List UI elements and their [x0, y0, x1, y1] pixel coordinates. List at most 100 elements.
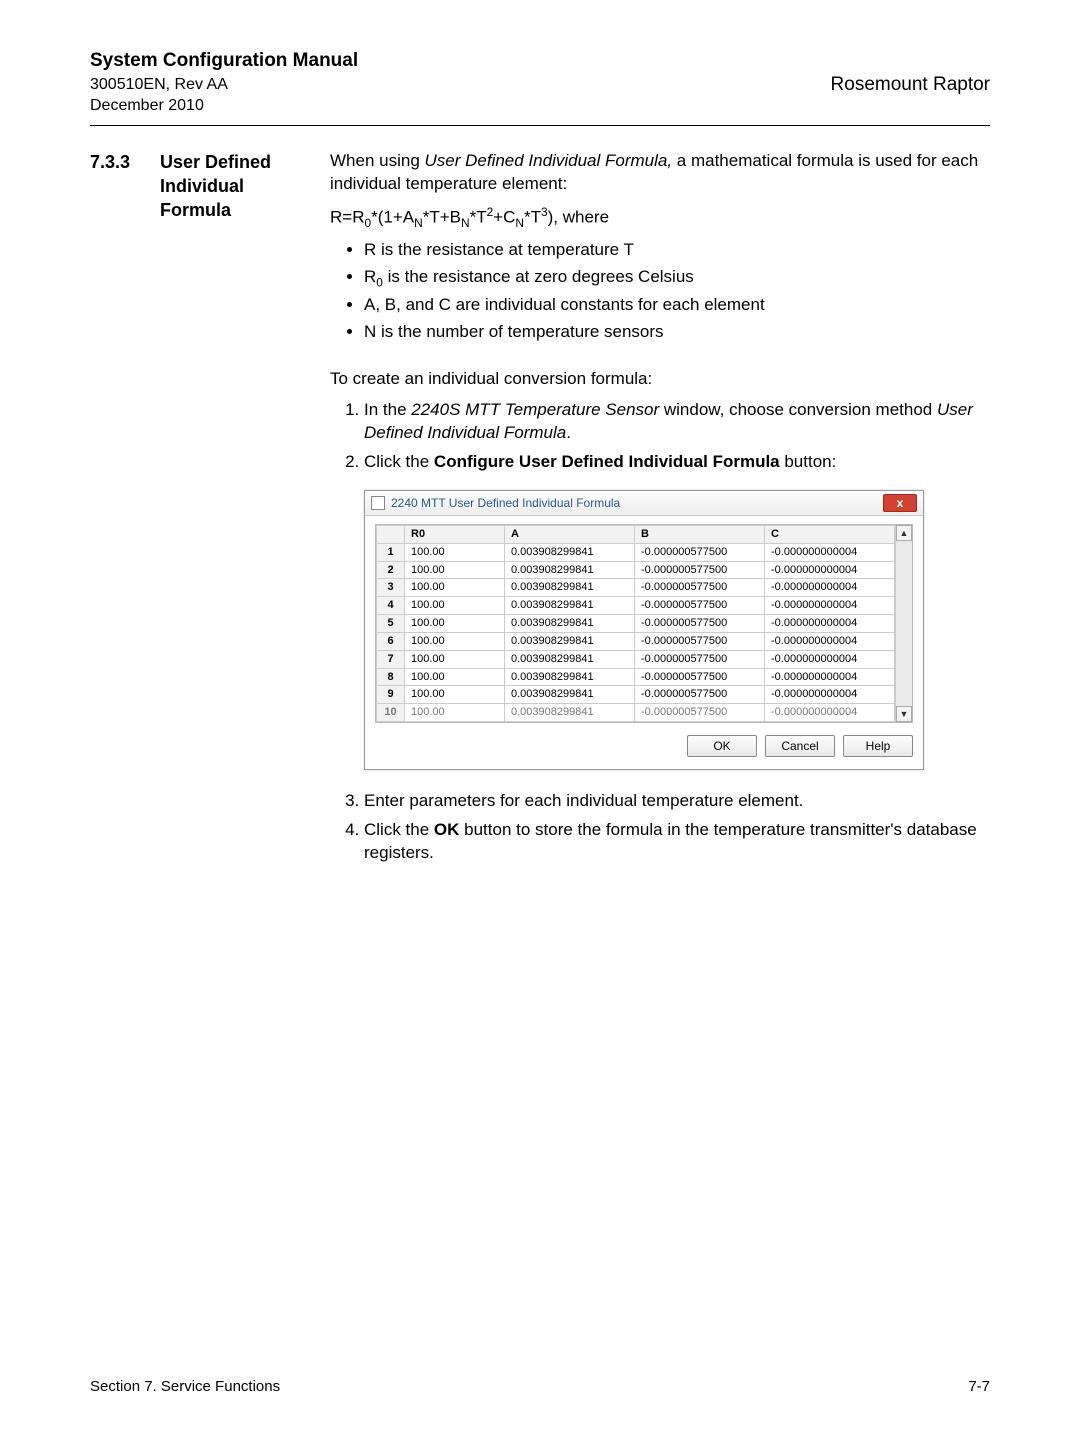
cell-c[interactable]: -0.000000000004: [765, 543, 895, 561]
cell-a[interactable]: 0.003908299841: [505, 597, 635, 615]
table-row-cutoff[interactable]: 10 100.00 0.003908299841 -0.000000577500…: [377, 704, 895, 722]
step-4: Click the OK button to store the formula…: [364, 819, 990, 865]
bullet-r0-prefix: R: [364, 267, 376, 286]
bullet-r0-sub: 0: [376, 275, 383, 289]
close-button[interactable]: x: [883, 494, 917, 512]
cell-r0[interactable]: 100.00: [405, 704, 505, 722]
cell-a[interactable]: 0.003908299841: [505, 650, 635, 668]
cell-a[interactable]: 0.003908299841: [505, 561, 635, 579]
cell-a[interactable]: 0.003908299841: [505, 632, 635, 650]
section-number: 7.3.3: [90, 150, 160, 174]
bullet-r0-rest: is the resistance at zero degrees Celsiu…: [383, 267, 694, 286]
procedure-lead: To create an individual conversion formu…: [330, 368, 990, 391]
table-header-row: R0 A B C: [377, 525, 895, 543]
vertical-scrollbar[interactable]: ▲ ▼: [895, 525, 912, 722]
section-body: When using User Defined Individual Formu…: [330, 150, 990, 881]
cell-a[interactable]: 0.003908299841: [505, 543, 635, 561]
cell-c[interactable]: -0.000000000004: [765, 650, 895, 668]
doc-id: 300510EN, Rev AA: [90, 74, 358, 96]
cell-b[interactable]: -0.000000577500: [635, 615, 765, 633]
row-index: 10: [377, 704, 405, 722]
row-index: 8: [377, 668, 405, 686]
cell-r0[interactable]: 100.00: [405, 668, 505, 686]
cell-r0[interactable]: 100.00: [405, 561, 505, 579]
cell-r0[interactable]: 100.00: [405, 686, 505, 704]
table-row[interactable]: 5 100.00 0.003908299841 -0.000000577500 …: [377, 615, 895, 633]
cell-r0[interactable]: 100.00: [405, 597, 505, 615]
row-index: 5: [377, 615, 405, 633]
cell-b[interactable]: -0.000000577500: [635, 579, 765, 597]
intro-paragraph: When using User Defined Individual Formu…: [330, 150, 990, 196]
header-right: Rosemount Raptor: [831, 48, 990, 98]
step1-c: .: [566, 423, 571, 442]
step1-b: window, choose conversion method: [659, 400, 937, 419]
window-icon: [371, 496, 385, 510]
cell-b[interactable]: -0.000000577500: [635, 686, 765, 704]
cell-c[interactable]: -0.000000000004: [765, 597, 895, 615]
bullet-r: R is the resistance at temperature T: [364, 239, 990, 262]
cell-b[interactable]: -0.000000577500: [635, 704, 765, 722]
cell-c[interactable]: -0.000000000004: [765, 632, 895, 650]
cell-a[interactable]: 0.003908299841: [505, 704, 635, 722]
scroll-down-icon[interactable]: ▼: [896, 706, 912, 722]
cell-c[interactable]: -0.000000000004: [765, 704, 895, 722]
cell-a[interactable]: 0.003908299841: [505, 686, 635, 704]
cell-r0[interactable]: 100.00: [405, 579, 505, 597]
col-r0-header: R0: [405, 525, 505, 543]
table-row[interactable]: 3 100.00 0.003908299841 -0.000000577500 …: [377, 579, 895, 597]
cell-c[interactable]: -0.000000000004: [765, 615, 895, 633]
step2-bold: Configure User Defined Individual Formul…: [434, 452, 780, 471]
cell-c[interactable]: -0.000000000004: [765, 579, 895, 597]
table-row[interactable]: 9 100.00 0.003908299841 -0.000000577500 …: [377, 686, 895, 704]
step-1: In the 2240S MTT Temperature Sensor wind…: [364, 399, 990, 445]
formula-line: R=R0*(1+AN*T+BN*T2+CN*T3), where: [330, 204, 990, 231]
cell-r0[interactable]: 100.00: [405, 632, 505, 650]
col-b-header: B: [635, 525, 765, 543]
cell-c[interactable]: -0.000000000004: [765, 561, 895, 579]
help-button[interactable]: Help: [843, 735, 913, 757]
row-index: 7: [377, 650, 405, 668]
table-row[interactable]: 2 100.00 0.003908299841 -0.000000577500 …: [377, 561, 895, 579]
grid-wrap: R0 A B C 1: [375, 524, 913, 723]
bullet-n: N is the number of temperature sensors: [364, 321, 990, 344]
cell-b[interactable]: -0.000000577500: [635, 632, 765, 650]
ok-button[interactable]: OK: [687, 735, 757, 757]
cell-a[interactable]: 0.003908299841: [505, 615, 635, 633]
header-left: System Configuration Manual 300510EN, Re…: [90, 48, 358, 117]
cell-r0[interactable]: 100.00: [405, 543, 505, 561]
step1-a: In the: [364, 400, 411, 419]
col-a-header: A: [505, 525, 635, 543]
brand-name: Rosemount Raptor: [831, 72, 990, 98]
table-row[interactable]: 6 100.00 0.003908299841 -0.000000577500 …: [377, 632, 895, 650]
row-index: 9: [377, 686, 405, 704]
cancel-button[interactable]: Cancel: [765, 735, 835, 757]
cell-r0[interactable]: 100.00: [405, 650, 505, 668]
formula-table[interactable]: R0 A B C 1: [376, 525, 895, 722]
col-c-header: C: [765, 525, 895, 543]
step4-bold: OK: [434, 820, 460, 839]
definition-list: R is the resistance at temperature T R0 …: [330, 239, 990, 344]
cell-a[interactable]: 0.003908299841: [505, 579, 635, 597]
cell-c[interactable]: -0.000000000004: [765, 668, 895, 686]
scroll-up-icon[interactable]: ▲: [896, 525, 912, 541]
cell-b[interactable]: -0.000000577500: [635, 597, 765, 615]
cell-b[interactable]: -0.000000577500: [635, 561, 765, 579]
cell-b[interactable]: -0.000000577500: [635, 668, 765, 686]
dialog-titlebar: 2240 MTT User Defined Individual Formula…: [365, 491, 923, 516]
cell-b[interactable]: -0.000000577500: [635, 650, 765, 668]
row-index: 3: [377, 579, 405, 597]
table-row[interactable]: 7 100.00 0.003908299841 -0.000000577500 …: [377, 650, 895, 668]
table-row[interactable]: 1 100.00 0.003908299841 -0.000000577500 …: [377, 543, 895, 561]
formula-dialog: 2240 MTT User Defined Individual Formula…: [364, 490, 924, 770]
col-index-header: [377, 525, 405, 543]
row-index: 1: [377, 543, 405, 561]
table-row[interactable]: 8 100.00 0.003908299841 -0.000000577500 …: [377, 668, 895, 686]
cell-r0[interactable]: 100.00: [405, 615, 505, 633]
step-3: Enter parameters for each individual tem…: [364, 790, 990, 813]
cell-b[interactable]: -0.000000577500: [635, 543, 765, 561]
cell-c[interactable]: -0.000000000004: [765, 686, 895, 704]
footer-left: Section 7. Service Functions: [90, 1377, 280, 1397]
cell-a[interactable]: 0.003908299841: [505, 668, 635, 686]
table-row[interactable]: 4 100.00 0.003908299841 -0.000000577500 …: [377, 597, 895, 615]
row-index: 4: [377, 597, 405, 615]
